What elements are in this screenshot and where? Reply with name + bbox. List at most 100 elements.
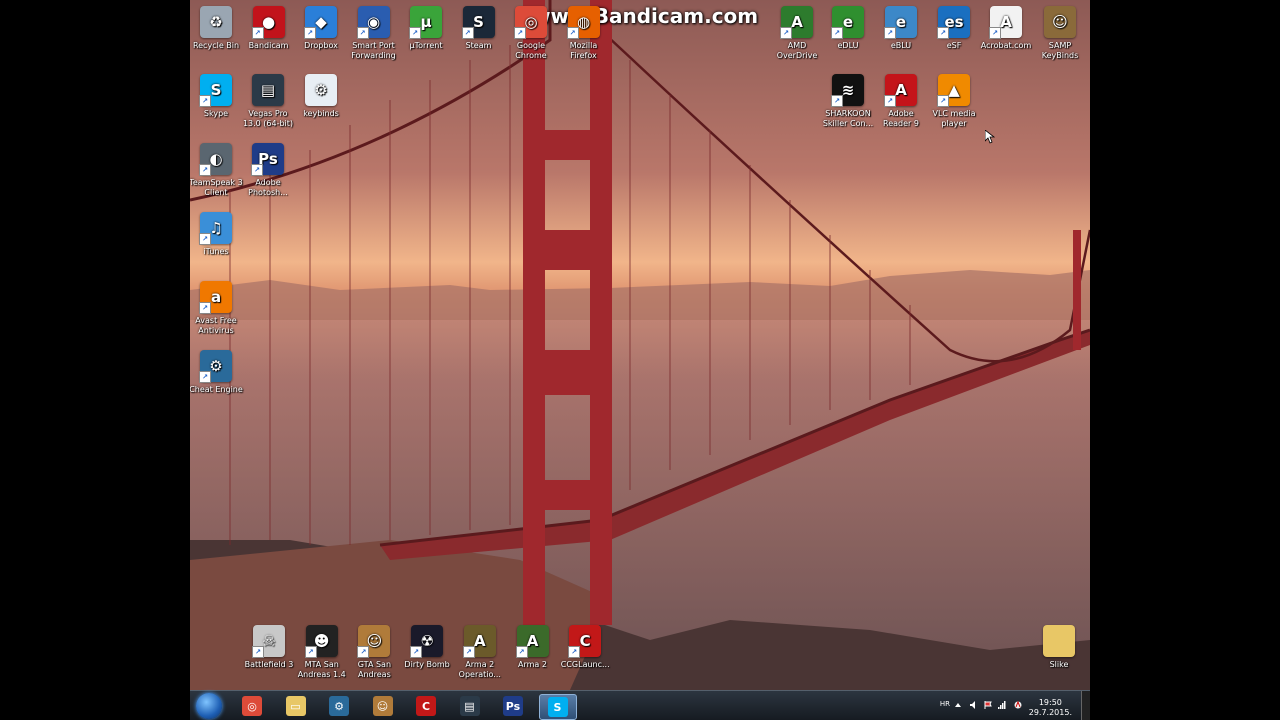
desktop-icon-vegas-pro[interactable]: ▤ Vegas Pro 13.0 (64-bit) — [241, 70, 295, 129]
photoshop-icon: Ps — [503, 696, 523, 716]
desktop-icon-label: Recycle Bin — [192, 41, 240, 50]
adobe-reader-icon: A ↗ — [884, 74, 917, 107]
desktop-icon-mta-sa[interactable]: ☻ ↗ MTA San Andreas 1.4 — [295, 621, 349, 680]
shortcut-arrow-icon: ↗ — [462, 646, 475, 658]
shortcut-arrow-icon: ↗ — [252, 646, 264, 658]
desktop-icon-gta-sa[interactable]: ☺ ↗ GTA San Andreas — [347, 621, 401, 680]
esf-icon: es ↗ — [937, 6, 970, 39]
shortcut-arrow-icon: ↗ — [831, 27, 843, 39]
desktop-icon-photoshop[interactable]: Ps ↗ Adobe Photosh... — [241, 139, 295, 198]
taskbar-button-chrome[interactable]: ◎ — [234, 694, 270, 718]
acrobat-tray-icon[interactable] — [1014, 701, 1022, 709]
shortcut-arrow-icon: ↗ — [199, 95, 211, 107]
shortcut-arrow-icon: ↗ — [199, 164, 211, 176]
start-button[interactable] — [196, 693, 222, 719]
chrome-icon: ◎ ↗ — [514, 6, 547, 39]
desktop-icon-label: Google Chrome — [515, 41, 547, 60]
network-signal-icon[interactable] — [998, 701, 1006, 709]
desktop-icon-acrobat-com[interactable]: A ↗ Acrobat.com — [979, 2, 1033, 51]
shortcut-arrow-icon: ↗ — [514, 27, 526, 39]
shortcut-arrow-icon: ↗ — [251, 27, 264, 39]
desktop-icon-dropbox[interactable]: ◆ ↗ Dropbox — [294, 2, 348, 51]
desktop-icon-google-chrome[interactable]: ◎ ↗ Google Chrome — [504, 2, 558, 61]
teamspeak-icon: ◐ ↗ — [199, 143, 232, 176]
desktop-icon-itunes[interactable]: ♫ ↗ iTunes — [190, 208, 243, 257]
show-hidden-icons-chevron-icon[interactable] — [954, 701, 962, 709]
desktop-icon-vlc[interactable]: ▲ ↗ VLC media player — [927, 70, 981, 129]
desktop-icon-label: SHARKOON Skiller Con... — [822, 109, 874, 128]
desktop-icon-label: keybinds — [303, 109, 339, 118]
system-clock[interactable]: 19:50 29.7.2015. — [1029, 698, 1072, 718]
show-desktop-button[interactable] — [1081, 691, 1090, 720]
desktop-icon-label: µTorrent — [409, 41, 443, 50]
acrobat-icon: A ↗ — [989, 6, 1022, 39]
desktop-icon-arma2-oa[interactable]: A ↗ Arma 2 Operatio... — [453, 621, 507, 680]
desktop-icon-slike[interactable]: Slike — [1032, 621, 1086, 670]
samp-icon: ☺ — [1044, 6, 1076, 38]
desktop-icon-esf[interactable]: es ↗ eSF — [927, 2, 981, 51]
bandicam-icon: ● ↗ — [251, 6, 285, 39]
desktop-icon-skype[interactable]: S ↗ Skype — [190, 70, 243, 119]
desktop-icon-label: Skype — [203, 109, 229, 118]
desktop-icon-bandicam[interactable]: ● ↗ Bandicam — [242, 2, 296, 51]
taskbar-button-cheat-engine[interactable]: ⚙ — [321, 694, 357, 718]
mouse-cursor-icon — [985, 130, 995, 144]
desktop-icon-cheat-engine[interactable]: ⚙ ↗ Cheat Engine — [190, 346, 243, 395]
desktop-icon-mozilla-firefox[interactable]: ◍ ↗ Mozilla Firefox — [557, 2, 611, 61]
desktop-icon-keybinds[interactable]: ⚙ keybinds — [294, 70, 348, 119]
taskbar: ◎ ▭ ⚙ ☺ C ▤ Ps S HR 19:50 29.7.2015. — [190, 690, 1090, 720]
taskbar-button-vegas[interactable]: ▤ — [452, 694, 488, 718]
desktop-icon-utorrent[interactable]: µ ↗ µTorrent — [399, 2, 453, 51]
desktop-icon-dirty-bomb[interactable]: ☢ ↗ Dirty Bomb — [400, 621, 454, 670]
desktop-icon-steam[interactable]: S ↗ Steam — [452, 2, 506, 51]
desktop-icon-edlu[interactable]: e ↗ eDLU — [821, 2, 875, 51]
desktop-icon-ccglauncher[interactable]: C ↗ CCGLaunc... — [558, 621, 612, 670]
vegas-icon: ▤ — [459, 696, 480, 716]
desktop-icon-avast[interactable]: a ↗ Avast Free Antivirus — [190, 277, 243, 336]
taskbar-button-skype[interactable]: S — [538, 694, 577, 720]
taskbar-button-gta[interactable]: ☺ — [365, 694, 401, 718]
desktop-icon-label: Steam — [465, 41, 492, 50]
desktop-icon-label: CCGLaunc... — [560, 660, 610, 669]
shortcut-arrow-icon: ↗ — [410, 646, 423, 658]
desktop-icon-label: Acrobat.com — [980, 41, 1032, 50]
desktop-icon-recycle-bin[interactable]: ♻ Recycle Bin — [190, 2, 243, 51]
language-indicator[interactable]: HR — [940, 700, 950, 708]
eblu-icon: e ↗ — [884, 6, 917, 39]
desktop-icon-battlefield3[interactable]: ☠ ↗ Battlefield 3 — [242, 621, 296, 670]
desktop-icon-label: AMD OverDrive — [776, 41, 818, 60]
edlu-icon: e ↗ — [831, 6, 864, 39]
action-center-flag-icon[interactable] — [984, 701, 992, 709]
desktop-icon-teamspeak[interactable]: ◐ ↗ TeamSpeak 3 Client — [190, 139, 243, 198]
desktop-icon-sharkoon[interactable]: ≋ ↗ SHARKOON Skiller Con... — [821, 70, 875, 129]
shortcut-arrow-icon: ↗ — [780, 27, 792, 39]
taskbar-button-explorer[interactable]: ▭ — [278, 694, 314, 718]
shortcut-arrow-icon: ↗ — [831, 95, 843, 107]
vlc-icon: ▲ ↗ — [937, 74, 970, 107]
desktop-icon-adobe-reader[interactable]: A ↗ Adobe Reader 9 — [874, 70, 928, 129]
desktop-icon-label: SAMP KeyBinds — [1041, 41, 1079, 60]
desktop-icon-label: Vegas Pro 13.0 (64-bit) — [242, 109, 294, 128]
taskbar-button-ccg[interactable]: C — [408, 694, 444, 718]
desktop-icon-label: TeamSpeak 3 Client — [190, 178, 243, 197]
desktop-icon-samp-keybinds[interactable]: ☺ SAMP KeyBinds — [1033, 2, 1087, 61]
utorrent-icon: µ ↗ — [409, 6, 442, 39]
desktop-icon-amd-overdrive[interactable]: A ↗ AMD OverDrive — [770, 2, 824, 61]
volume-icon[interactable] — [970, 701, 978, 709]
taskbar-button-photoshop[interactable]: Ps — [495, 694, 531, 718]
itunes-icon: ♫ ↗ — [199, 212, 232, 245]
shortcut-arrow-icon: ↗ — [568, 646, 581, 658]
desktop-icon-label: Adobe Reader 9 — [883, 109, 919, 128]
recycle-bin-icon: ♻ — [200, 6, 232, 38]
shortcut-arrow-icon: ↗ — [937, 95, 949, 107]
desktop-icon-label: GTA San Andreas — [357, 660, 392, 679]
shortcut-arrow-icon: ↗ — [566, 27, 579, 39]
chrome-icon: ◎ — [242, 696, 262, 716]
desktop-icon-smart-port-forwarding[interactable]: ◉ ↗ Smart Port Forwarding — [347, 2, 401, 61]
sharkoon-icon: ≋ ↗ — [831, 74, 864, 107]
desktop-icon-arma2[interactable]: A ↗ Arma 2 — [506, 621, 560, 670]
desktop-icon-eblu[interactable]: e ↗ eBLU — [874, 2, 928, 51]
shortcut-arrow-icon: ↗ — [304, 646, 317, 658]
desktop-icon-label: VLC media player — [932, 109, 976, 128]
desktop-icon-label: Arma 2 — [518, 660, 547, 669]
